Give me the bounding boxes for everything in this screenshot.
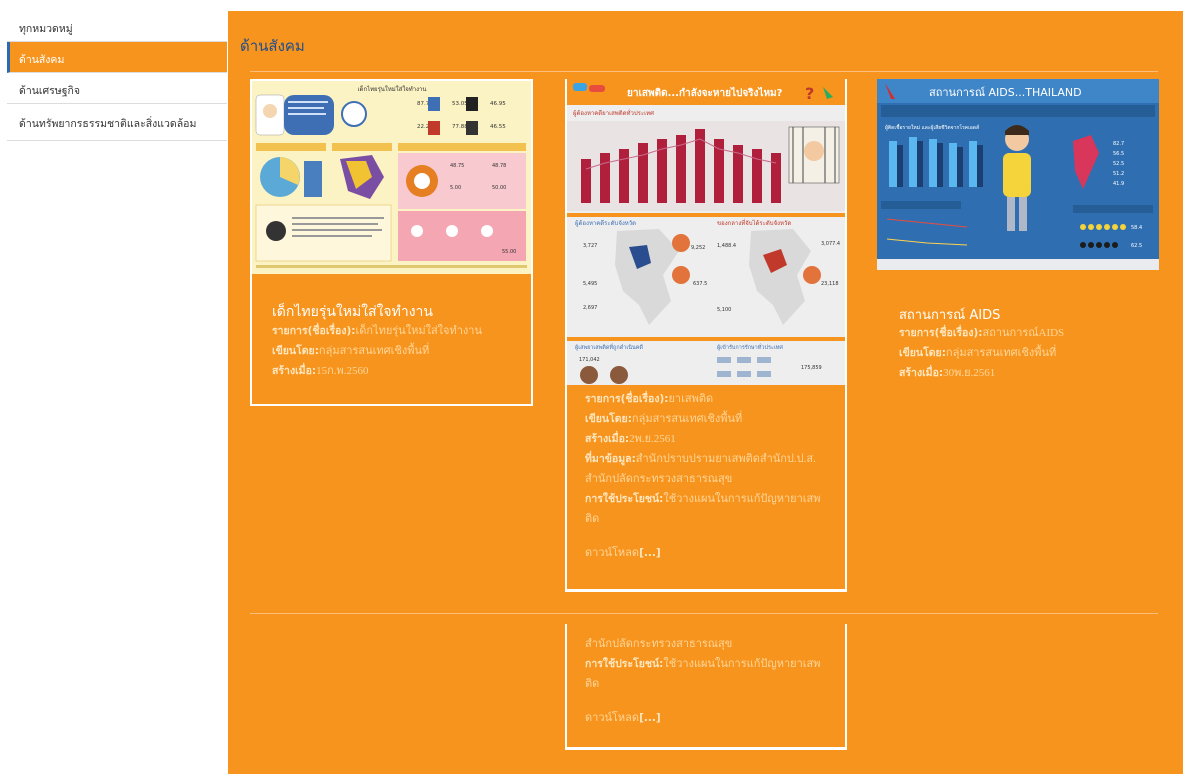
- stat-value: 50.00: [492, 185, 506, 191]
- meta-label: ที่มาข้อมูล:: [585, 453, 636, 465]
- figure-value: 9,252: [691, 245, 705, 251]
- meta-label: รายการ(ชื่อเรื่อง):: [272, 325, 356, 337]
- page-title: ด้านสังคม: [240, 37, 305, 55]
- meta-label: สร้างเมื่อ:: [585, 433, 630, 445]
- meta-value: ยาเสพติด: [668, 393, 714, 405]
- figure-value: 5,495: [583, 281, 597, 287]
- meta-label: การใช้ประโยชน์:: [585, 658, 664, 670]
- meta-label: รายการ(ชื่อเรื่อง):: [899, 327, 983, 339]
- infographic-image-youth-work[interactable]: เด็กไทยรุ่นใหม่ใส่ใจทำงาน 87.75 53.05 46…: [252, 81, 531, 274]
- sidebar-item-environment[interactable]: ด้านทรัพยากรธรรมชาติและสิ่งแวดล้อม: [7, 104, 227, 141]
- meta-value: 15ก.พ.2560: [316, 365, 369, 377]
- legend-value: 41.9: [1113, 181, 1124, 187]
- stat-value: 77.88: [452, 124, 468, 130]
- card-title[interactable]: เด็กไทยรุ่นใหม่ใส่ใจทำงาน: [272, 301, 433, 323]
- sidebar-item-label: ด้านทรัพยากรธรรมชาติและสิ่งแวดล้อม: [19, 118, 197, 130]
- map-title: ของกลางที่จับได้ระดับจังหวัด: [717, 219, 791, 227]
- meta-value: 30พ.ย.2561: [943, 367, 996, 379]
- chart-title: ผู้ต้องหาคดียาเสพติดทั่วประเทศ: [573, 109, 654, 117]
- stat-value: 5.00: [450, 185, 461, 191]
- chart-title: ผู้เข้ารับการรักษาทั่วประเทศ: [717, 343, 783, 351]
- figure-value: 171,042: [579, 357, 600, 363]
- meta-label: การใช้ประโยชน์:: [585, 493, 664, 505]
- figure-value: 3,077.4: [821, 241, 840, 247]
- meta-label: สร้างเมื่อ:: [272, 365, 317, 377]
- figure-value: 62.5: [1131, 243, 1142, 249]
- category-sidebar: ทุกหมวดหมู่ ด้านสังคม ด้านเศรษฐกิจ ด้านท…: [7, 11, 227, 141]
- stat-value: 48.78: [492, 163, 506, 169]
- legend-value: 51.2: [1113, 171, 1124, 177]
- meta-value: สำนักปลัดกระทรวงสาธารณสุข: [585, 638, 733, 650]
- divider: [250, 71, 1158, 72]
- meta-value: กลุ่มสารสนเทศเชิงพื้นที่: [318, 345, 430, 357]
- stat-value: 55.00: [502, 249, 516, 255]
- sidebar-item-label: ด้านสังคม: [19, 54, 65, 66]
- figure-value: 637.5: [693, 281, 707, 287]
- card-meta: สำนักปลัดกระทรวงสาธารณสุข การใช้ประโยชน์…: [585, 634, 830, 728]
- meta-value: สถานการณ์AIDS: [982, 327, 1065, 339]
- figure-value: 3,727: [583, 243, 597, 249]
- stat-value: 48.75: [450, 163, 464, 169]
- meta-value: เด็กไทยรุ่นใหม่ใส่ใจทำงาน: [355, 325, 482, 337]
- map-title: ผู้ต้องหาคดีระดับจังหวัด: [575, 219, 636, 227]
- download-label: ดาวน์โหลด: [585, 547, 640, 559]
- legend-value: 56.5: [1113, 151, 1124, 157]
- infographic-image-aids[interactable]: สถานการณ์ AIDS...THAILAND ผู้ติดเชื้อราย…: [877, 79, 1159, 270]
- meta-label: สร้างเมื่อ:: [899, 367, 944, 379]
- sidebar-item-label: ด้านเศรษฐกิจ: [19, 85, 81, 97]
- figure-value: 23,118: [821, 281, 839, 287]
- legend-value: 52.5: [1113, 161, 1124, 167]
- card-title[interactable]: สถานการณ์ AIDS: [899, 304, 1000, 325]
- infographic-card[interactable]: สำนักปลัดกระทรวงสาธารณสุข การใช้ประโยชน์…: [565, 624, 847, 750]
- download-link[interactable]: [...]: [639, 712, 661, 724]
- infographic-banner: ยาเสพติด...กำลังจะหายไปจริงไหม?: [627, 86, 783, 99]
- figure-value: 2,697: [583, 305, 597, 311]
- sidebar-item-label: ทุกหมวดหมู่: [19, 23, 73, 35]
- infographic-heading: เด็กไทยรุ่นใหม่ใส่ใจทำงาน: [358, 84, 427, 93]
- svg-text:?: ?: [805, 84, 814, 103]
- sidebar-item-all[interactable]: ทุกหมวดหมู่: [7, 11, 227, 42]
- card-meta: รายการ(ชื่อเรื่อง):เด็กไทยรุ่นใหม่ใส่ใจท…: [272, 321, 482, 381]
- figure-value: 175,859: [801, 365, 822, 371]
- divider: [250, 613, 1158, 614]
- download-label: ดาวน์โหลด: [585, 712, 640, 724]
- infographic-card[interactable]: ยาเสพติด...กำลังจะหายไปจริงไหม? ? ผู้ต้อ…: [565, 79, 847, 592]
- download-link[interactable]: [...]: [639, 547, 661, 559]
- figure-value: 58.4: [1131, 225, 1142, 231]
- legend-value: 82.7: [1113, 141, 1124, 147]
- meta-label: เขียนโดย:: [585, 413, 632, 425]
- infographic-card[interactable]: สถานการณ์ AIDS...THAILAND ผู้ติดเชื้อราย…: [877, 79, 1159, 385]
- card-meta: รายการ(ชื่อเรื่อง):ยาเสพติด เขียนโดย:กลุ…: [585, 389, 830, 563]
- sidebar-item-economy[interactable]: ด้านเศรษฐกิจ: [7, 73, 227, 104]
- meta-label: รายการ(ชื่อเรื่อง):: [585, 393, 669, 405]
- infographic-banner: สถานการณ์ AIDS...THAILAND: [929, 86, 1082, 99]
- figure-value: 1,488.4: [717, 243, 736, 249]
- sidebar-item-social[interactable]: ด้านสังคม: [7, 42, 227, 73]
- meta-value: 2พ.ย.2561: [629, 433, 676, 445]
- stat-value: 53.05: [452, 101, 468, 107]
- meta-value: กลุ่มสารสนเทศเชิงพื้นที่: [945, 347, 1057, 359]
- chart-title: ผู้เสพยาเสพติดที่ถูกดำเนินคดี: [575, 343, 643, 351]
- stat-value: 46.95: [490, 101, 506, 107]
- content-area: ด้านสังคม เด็กไทยรุ่นใหม่ใส่ใจทำงาน 87.7…: [228, 11, 1183, 774]
- card-meta: รายการ(ชื่อเรื่อง):สถานการณ์AIDS เขียนโด…: [899, 323, 1064, 383]
- meta-value: กลุ่มสารสนเทศเชิงพื้นที่: [631, 413, 743, 425]
- figure-value: 5,100: [717, 307, 731, 313]
- infographic-card[interactable]: เด็กไทยรุ่นใหม่ใส่ใจทำงาน 87.75 53.05 46…: [250, 79, 533, 406]
- stat-value: 46.55: [490, 124, 506, 130]
- meta-label: เขียนโดย:: [272, 345, 319, 357]
- infographic-image-drugs[interactable]: ยาเสพติด...กำลังจะหายไปจริงไหม? ? ผู้ต้อ…: [567, 79, 845, 385]
- meta-label: เขียนโดย:: [899, 347, 946, 359]
